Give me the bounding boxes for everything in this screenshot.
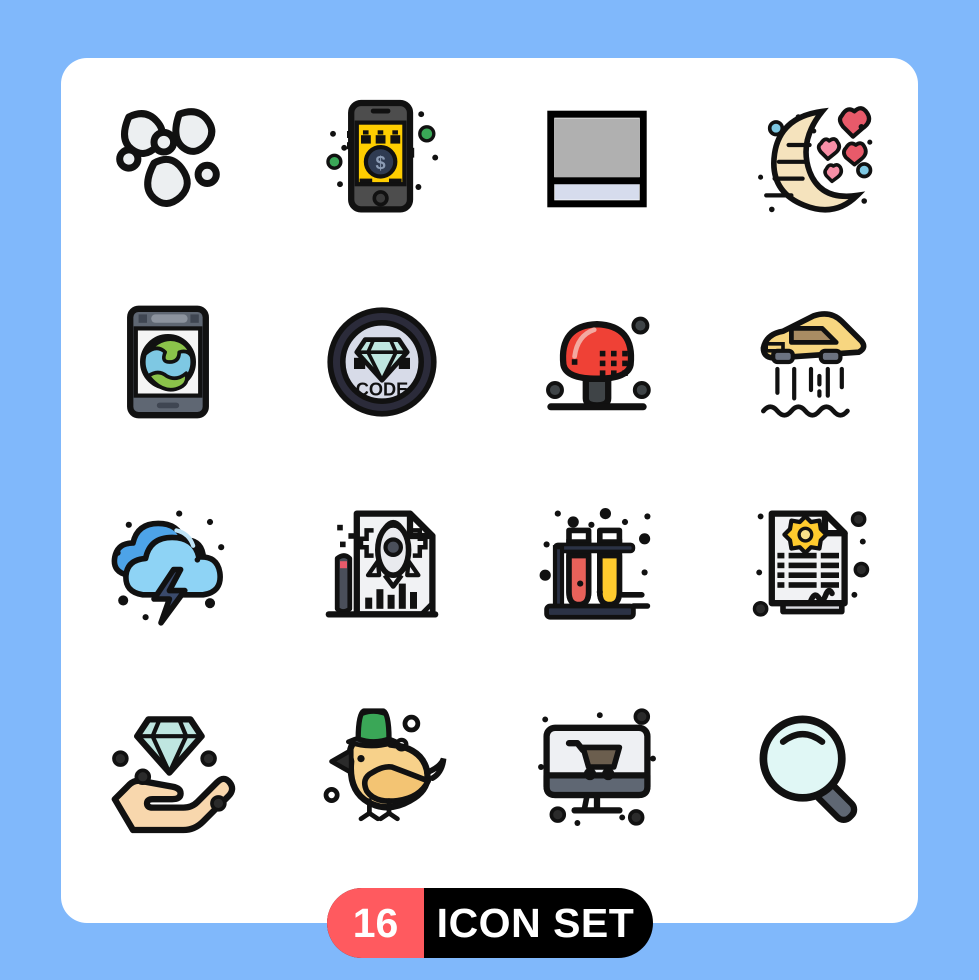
online-shopping-icon[interactable] — [490, 666, 704, 869]
svg-text:$: $ — [376, 153, 386, 173]
flying-car-icon[interactable] — [704, 261, 918, 464]
magnifier-icon[interactable] — [704, 666, 918, 869]
test-tubes-icon[interactable] — [490, 463, 704, 666]
certificate-icon[interactable] — [704, 463, 918, 666]
mobile-funding-icon[interactable]: $ — [275, 58, 489, 261]
rocket-document-icon[interactable] — [275, 463, 489, 666]
icon-set-badge: 16 ICON SET — [327, 888, 653, 958]
tablet-globe-icon[interactable] — [61, 261, 275, 464]
diamond-hand-icon[interactable] — [61, 666, 275, 869]
badge-label: ICON SET — [436, 899, 635, 946]
badge-count: 16 — [327, 888, 424, 958]
mushroom-icon[interactable] — [490, 261, 704, 464]
icon-grid: $ CODE — [61, 58, 918, 868]
moon-hearts-icon[interactable] — [704, 58, 918, 261]
code-badge-label: CODE — [356, 379, 409, 399]
layout-frame-icon[interactable] — [490, 58, 704, 261]
bubbles-icon[interactable] — [61, 58, 275, 261]
code-badge-icon[interactable]: CODE — [275, 261, 489, 464]
storm-cloud-icon[interactable] — [61, 463, 275, 666]
bird-hat-icon[interactable] — [275, 666, 489, 869]
